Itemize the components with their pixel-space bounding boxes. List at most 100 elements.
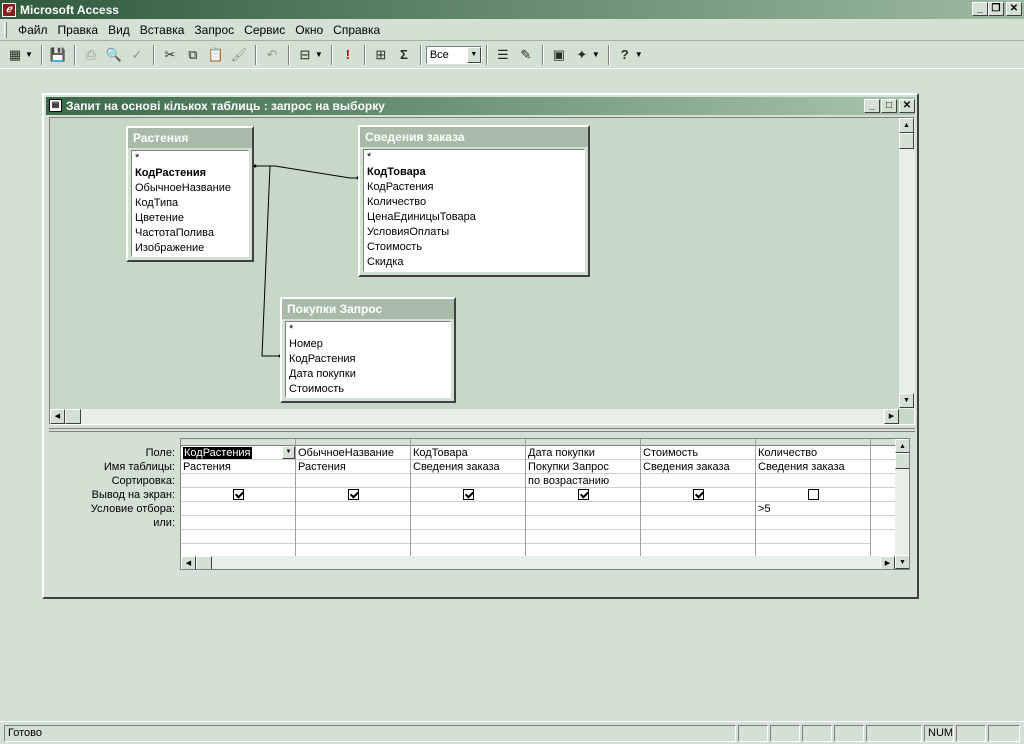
- access-key-icon[interactable]: ℯ: [2, 2, 16, 17]
- criteria-cell[interactable]: [296, 502, 410, 516]
- properties-icon[interactable]: ☰: [492, 44, 514, 66]
- table-cell[interactable]: Сведения заказа: [641, 460, 755, 474]
- field-item[interactable]: УсловияОплаты: [364, 225, 584, 240]
- grid-column[interactable]: Стоимость Сведения заказа: [641, 439, 756, 569]
- grid-column[interactable]: Дата покупки Покупки Запрос по возрастан…: [526, 439, 641, 569]
- menu-file[interactable]: Файл: [13, 23, 53, 37]
- help-dropdown-icon[interactable]: ▼: [635, 50, 643, 59]
- field-item[interactable]: Стоимость: [364, 240, 584, 255]
- view-icon[interactable]: ▦: [4, 44, 26, 66]
- join-line-plants-purchases[interactable]: [258, 165, 280, 357]
- restore-button[interactable]: ❐: [988, 2, 1004, 16]
- show-table-icon[interactable]: ⊞: [370, 44, 392, 66]
- field-item[interactable]: Стоимость: [286, 382, 450, 397]
- criteria-cell[interactable]: [181, 502, 295, 516]
- column-selector[interactable]: [296, 439, 410, 446]
- grid-horizontal-scrollbar[interactable]: ◀ ▶: [181, 556, 895, 569]
- top-values-combo[interactable]: Все ▼: [425, 45, 482, 64]
- field-cell[interactable]: КодРастения ▼: [181, 446, 295, 460]
- field-item[interactable]: Номер: [286, 337, 450, 352]
- table-plants-title[interactable]: Растения: [128, 128, 252, 148]
- field-item[interactable]: Цветение: [132, 211, 248, 226]
- criteria-cell[interactable]: [641, 502, 755, 516]
- field-item[interactable]: ОбычноеНазвание: [132, 181, 248, 196]
- save-icon[interactable]: 💾: [47, 44, 69, 66]
- grid-column[interactable]: ОбычноеНазвание Растения: [296, 439, 411, 569]
- table-pane[interactable]: Растения * КодРастения ОбычноеНазвание К…: [49, 117, 915, 425]
- field-cell[interactable]: КодТовара: [411, 446, 525, 460]
- paste-icon[interactable]: 📋: [205, 44, 227, 66]
- query-minimize-button[interactable]: _: [864, 99, 880, 113]
- scroll-thumb[interactable]: [895, 453, 909, 469]
- field-cell[interactable]: Дата покупки: [526, 446, 640, 460]
- query-window-title-bar[interactable]: ▤ Запит на основі кількох таблиць : запр…: [46, 97, 915, 115]
- show-cell[interactable]: [641, 488, 755, 502]
- table-purchases[interactable]: Покупки Запрос * Номер КодРастения Дата …: [280, 297, 456, 403]
- field-item[interactable]: *: [286, 322, 450, 337]
- show-cell[interactable]: [411, 488, 525, 502]
- grid-vertical-scrollbar[interactable]: ▲ ▼: [895, 439, 909, 569]
- help-icon[interactable]: ?: [614, 44, 636, 66]
- table-cell[interactable]: Сведения заказа: [411, 460, 525, 474]
- query-type-icon[interactable]: ⊟: [294, 44, 316, 66]
- field-item[interactable]: Изображение: [132, 241, 248, 256]
- scroll-up-icon[interactable]: ▲: [895, 439, 909, 453]
- scroll-thumb[interactable]: [65, 409, 81, 424]
- query-icon[interactable]: ▤: [49, 99, 62, 112]
- run-icon[interactable]: !: [337, 44, 359, 66]
- field-item-key[interactable]: КодТовара: [364, 165, 584, 180]
- empty-cell[interactable]: [756, 530, 870, 544]
- scroll-thumb[interactable]: [196, 556, 212, 569]
- show-checkbox[interactable]: [577, 489, 589, 500]
- scroll-left-icon[interactable]: ◀: [181, 556, 196, 569]
- upper-horizontal-scrollbar[interactable]: ◀ ▶: [50, 409, 899, 424]
- field-item[interactable]: КодРастения: [364, 180, 584, 195]
- sort-cell[interactable]: [296, 474, 410, 488]
- menu-view[interactable]: Вид: [103, 23, 135, 37]
- minimize-button[interactable]: _: [972, 2, 988, 16]
- spelling-icon[interactable]: ✓: [126, 44, 148, 66]
- table-cell[interactable]: Покупки Запрос: [526, 460, 640, 474]
- join-line-plants-orders[interactable]: [255, 165, 358, 179]
- scroll-left-icon[interactable]: ◀: [50, 409, 65, 424]
- scroll-right-icon[interactable]: ▶: [884, 409, 899, 424]
- empty-cell[interactable]: [296, 530, 410, 544]
- table-plants-fields[interactable]: * КодРастения ОбычноеНазвание КодТипа Цв…: [131, 150, 249, 257]
- menu-edit[interactable]: Правка: [53, 23, 104, 37]
- print-preview-icon[interactable]: 🔍: [103, 44, 125, 66]
- show-checkbox[interactable]: [232, 489, 244, 500]
- menu-insert[interactable]: Вставка: [135, 23, 190, 37]
- menu-query[interactable]: Запрос: [189, 23, 239, 37]
- menu-window[interactable]: Окно: [290, 23, 328, 37]
- empty-cell[interactable]: [526, 530, 640, 544]
- empty-cell[interactable]: [181, 530, 295, 544]
- field-cell[interactable]: Количество: [756, 446, 870, 460]
- show-checkbox[interactable]: [807, 489, 819, 500]
- field-item[interactable]: *: [364, 150, 584, 165]
- table-order-details-fields[interactable]: * КодТовара КодРастения Количество ЦенаЕ…: [363, 149, 585, 272]
- column-selector[interactable]: [411, 439, 525, 446]
- or-cell[interactable]: [526, 516, 640, 530]
- database-window-icon[interactable]: ▣: [548, 44, 570, 66]
- criteria-cell[interactable]: [526, 502, 640, 516]
- query-design-grid[interactable]: КодРастения ▼ Растения ОбычноеНазвание Р…: [180, 438, 910, 570]
- field-item[interactable]: Скидка: [364, 255, 584, 270]
- column-selector[interactable]: [641, 439, 755, 446]
- field-item[interactable]: ЦенаЕдиницыТовара: [364, 210, 584, 225]
- criteria-cell[interactable]: [411, 502, 525, 516]
- show-checkbox[interactable]: [347, 489, 359, 500]
- sort-cell[interactable]: по возрастанию: [526, 474, 640, 488]
- format-painter-icon[interactable]: 🖌: [228, 44, 250, 66]
- scroll-down-icon[interactable]: ▼: [895, 555, 909, 569]
- show-checkbox[interactable]: [692, 489, 704, 500]
- field-item[interactable]: Количество: [364, 195, 584, 210]
- sort-cell[interactable]: [756, 474, 870, 488]
- close-button[interactable]: ✕: [1006, 2, 1022, 16]
- show-cell[interactable]: [756, 488, 870, 502]
- or-cell[interactable]: [411, 516, 525, 530]
- field-item[interactable]: КодТипа: [132, 196, 248, 211]
- column-selector[interactable]: [181, 439, 295, 446]
- scroll-up-icon[interactable]: ▲: [899, 118, 914, 133]
- field-cell[interactable]: Стоимость: [641, 446, 755, 460]
- menu-tools[interactable]: Сервис: [239, 23, 290, 37]
